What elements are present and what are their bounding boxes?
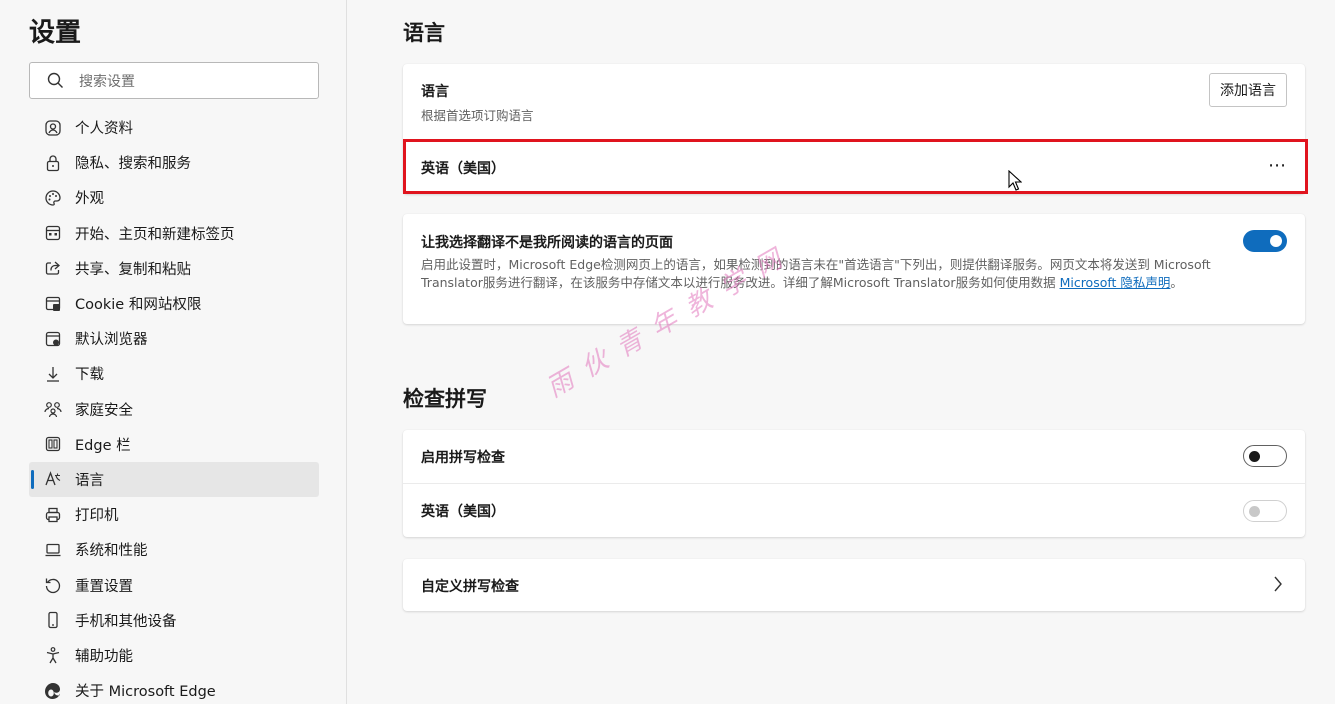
chevron-right-icon (1274, 576, 1282, 592)
sidebar-item-privacy[interactable]: 隐私、搜索和服务 (29, 145, 319, 180)
sidebar-item-label: 辅助功能 (75, 648, 133, 665)
custom-spellcheck-card[interactable]: 自定义拼写检查 (403, 559, 1305, 611)
spellcheck-language-row: 英语（美国） (403, 483, 1305, 537)
spellcheck-section-heading: 检查拼写 (403, 387, 487, 411)
sidebar-item-label: 下载 (75, 367, 104, 384)
sidebar-item-label: 外观 (75, 191, 104, 208)
sidebar-item-label: 语言 (75, 472, 104, 489)
spellcheck-toggle[interactable] (1243, 445, 1287, 467)
accessibility-icon (43, 645, 63, 665)
custom-spellcheck-label: 自定义拼写检查 (421, 579, 519, 595)
sidebar-item-label: 共享、复制和粘贴 (75, 261, 191, 278)
enable-spellcheck-row: 启用拼写检查 (403, 430, 1305, 483)
settings-title: 设置 (29, 18, 82, 48)
sidebar-item-label: 关于 Microsoft Edge (75, 684, 216, 701)
sidebar-item-reset[interactable]: 重置设置 (29, 567, 319, 602)
sidebar-item-accessibility[interactable]: 辅助功能 (29, 638, 319, 673)
sidebar-item-profile[interactable]: 个人资料 (29, 110, 319, 145)
spellcheck-language-label: 英语（美国） (421, 504, 505, 520)
sidebar-item-share-copy-paste[interactable]: 共享、复制和粘贴 (29, 251, 319, 286)
sidebar-item-label: 隐私、搜索和服务 (75, 156, 191, 173)
search-placeholder: 搜索设置 (79, 73, 135, 90)
lock-icon (43, 153, 63, 173)
sidebar-item-label: 家庭安全 (75, 402, 133, 419)
edge-bar-icon (43, 434, 63, 454)
translate-toggle[interactable] (1243, 230, 1287, 252)
mouse-cursor-icon (1008, 170, 1022, 191)
settings-sidebar: 设置 搜索设置 个人资料 隐私、搜索和服务 外观 开始、主页和新建标签页 共享、… (0, 0, 347, 704)
preferred-languages-row: 语言 根据首选项订购语言 添加语言 (403, 64, 1305, 140)
translate-description-end: 。 (1170, 275, 1183, 290)
reset-icon (43, 575, 63, 595)
sidebar-item-phone-devices[interactable]: 手机和其他设备 (29, 603, 319, 638)
edge-logo-icon (43, 681, 63, 701)
sidebar-item-appearance[interactable]: 外观 (29, 180, 319, 215)
settings-nav: 个人资料 隐私、搜索和服务 外观 开始、主页和新建标签页 共享、复制和粘贴 Co… (29, 110, 319, 704)
profile-icon (43, 118, 63, 138)
share-icon (43, 258, 63, 278)
sidebar-item-label: 手机和其他设备 (75, 613, 177, 630)
palette-icon (43, 188, 63, 208)
spellcheck-card: 启用拼写检查 英语（美国） (403, 430, 1305, 537)
sidebar-item-label: 重置设置 (75, 578, 133, 595)
sidebar-item-label: 默认浏览器 (75, 332, 148, 349)
languages-sublabel: 根据首选项订购语言 (421, 108, 534, 123)
sidebar-item-downloads[interactable]: 下载 (29, 356, 319, 391)
home-grid-icon (43, 223, 63, 243)
sidebar-item-label: Edge 栏 (75, 437, 131, 454)
languages-label: 语言 (421, 84, 449, 100)
sidebar-item-edge-bar[interactable]: Edge 栏 (29, 427, 319, 462)
language-icon (43, 469, 63, 489)
privacy-statement-link[interactable]: Microsoft 隐私声明 (1060, 275, 1171, 290)
sidebar-item-languages[interactable]: 语言 (29, 461, 319, 498)
phone-icon (43, 610, 63, 630)
laptop-icon (43, 540, 63, 560)
sidebar-item-default-browser[interactable]: 默认浏览器 (29, 321, 319, 356)
search-settings-input[interactable]: 搜索设置 (29, 62, 319, 99)
translate-card: 让我选择翻译不是我所阅读的语言的页面 启用此设置时，Microsoft Edge… (403, 214, 1305, 324)
sidebar-item-cookies[interactable]: Cookie 和网站权限 (29, 286, 319, 321)
site-permissions-icon (43, 294, 63, 314)
sidebar-item-label: 开始、主页和新建标签页 (75, 226, 235, 243)
highlight-box (403, 139, 1308, 194)
spellcheck-language-toggle[interactable] (1243, 500, 1287, 522)
enable-spellcheck-label: 启用拼写检查 (421, 450, 505, 466)
sidebar-item-system[interactable]: 系统和性能 (29, 532, 319, 567)
translate-label: 让我选择翻译不是我所阅读的语言的页面 (421, 235, 673, 251)
translate-description: 启用此设置时，Microsoft Edge检测网页上的语言，如果检测到的语言未在… (421, 256, 1251, 292)
sidebar-item-label: 系统和性能 (75, 543, 148, 560)
search-icon (47, 72, 64, 89)
add-language-button[interactable]: 添加语言 (1209, 73, 1287, 107)
sidebar-item-printers[interactable]: 打印机 (29, 497, 319, 532)
sidebar-item-label: 个人资料 (75, 121, 133, 138)
sidebar-item-about-edge[interactable]: 关于 Microsoft Edge (29, 673, 319, 704)
printer-icon (43, 505, 63, 525)
sidebar-item-label: Cookie 和网站权限 (75, 297, 202, 314)
download-icon (43, 364, 63, 384)
sidebar-item-label: 打印机 (75, 508, 119, 525)
browser-icon (43, 329, 63, 349)
language-section-heading: 语言 (403, 21, 445, 45)
sidebar-item-family-safety[interactable]: 家庭安全 (29, 392, 319, 427)
family-icon (43, 399, 63, 419)
sidebar-item-start-home[interactable]: 开始、主页和新建标签页 (29, 216, 319, 251)
